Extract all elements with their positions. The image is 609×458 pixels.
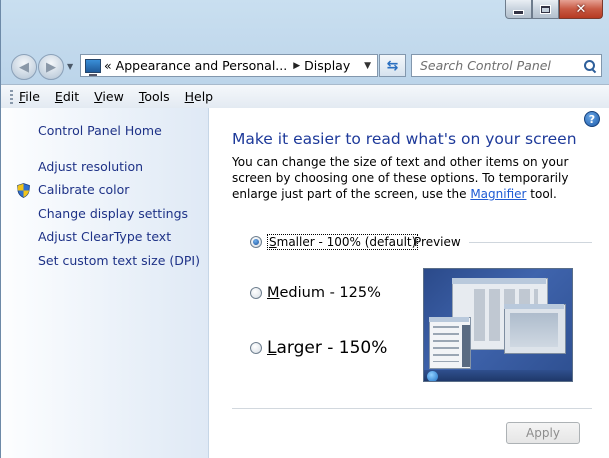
- preview-scrollbar: [462, 325, 470, 367]
- radio-smaller-indicator[interactable]: [250, 236, 262, 248]
- preview-taskbar: [424, 370, 572, 381]
- sidebar-link-change-display-settings[interactable]: Change display settings: [38, 206, 188, 221]
- menu-view[interactable]: View: [94, 89, 124, 104]
- preview-window-left-titlebar: [429, 317, 469, 322]
- search-input[interactable]: [418, 57, 582, 74]
- radio-medium[interactable]: Medium - 125%: [250, 285, 381, 301]
- search-icon[interactable]: [584, 60, 595, 71]
- help-icon[interactable]: ?: [584, 111, 600, 127]
- radio-larger-indicator[interactable]: [250, 342, 262, 354]
- sidebar-link-adjust-resolution[interactable]: Adjust resolution: [38, 159, 143, 174]
- close-icon: ✕: [575, 1, 587, 17]
- address-bar[interactable]: « Appearance and Personal... ▶ Display ▼: [80, 54, 378, 77]
- back-button[interactable]: ◀: [11, 54, 37, 80]
- magnifier-link[interactable]: Magnifier: [470, 187, 526, 201]
- toolbar-grip: [10, 89, 13, 104]
- menu-help[interactable]: Help: [185, 89, 214, 104]
- breadcrumb-appearance[interactable]: Appearance and Personal...: [116, 58, 288, 73]
- page-title: Make it easier to read what's on your sc…: [232, 130, 577, 148]
- control-panel-icon: [85, 58, 101, 76]
- apply-button[interactable]: Apply: [506, 422, 580, 444]
- refresh-button[interactable]: ⇆: [379, 54, 406, 77]
- forward-arrow-icon: ▶: [46, 59, 56, 75]
- preview-label: Preview: [414, 235, 461, 249]
- menu-edit[interactable]: Edit: [55, 89, 79, 104]
- refresh-icon: ⇆: [386, 57, 399, 74]
- radio-smaller[interactable]: Smaller - 100% (default): [250, 234, 419, 250]
- breadcrumb-separator-icon[interactable]: ▶: [293, 61, 300, 71]
- window-controls: ✕: [505, 0, 603, 20]
- control-panel-window: ✕ ◀ ▶ ▼ « Appearance and Personal... ▶ D…: [0, 0, 609, 458]
- radio-larger[interactable]: Larger - 150%: [250, 338, 387, 358]
- preview-start-orb: [427, 371, 438, 381]
- search-box[interactable]: [411, 54, 602, 77]
- address-dropdown-icon[interactable]: ▼: [364, 61, 371, 71]
- radio-medium-label: Medium - 125%: [267, 285, 381, 301]
- preview-window-back-titlebar: [452, 278, 546, 284]
- uac-shield-icon: [17, 183, 30, 198]
- menu-bar: File Edit View Tools Help: [1, 84, 609, 109]
- minimize-button[interactable]: [505, 0, 532, 19]
- radio-medium-indicator[interactable]: [250, 287, 262, 299]
- minimize-icon: [514, 10, 523, 14]
- close-button[interactable]: ✕: [559, 0, 603, 19]
- content-pane: ? Make it easier to read what's on your …: [209, 108, 609, 458]
- breadcrumb-display[interactable]: Display: [304, 58, 350, 73]
- maximize-icon: [541, 5, 550, 13]
- sidebar-link-control-panel-home[interactable]: Control Panel Home: [38, 123, 162, 138]
- sidebar-link-adjust-cleartype[interactable]: Adjust ClearType text: [38, 229, 171, 244]
- menu-file[interactable]: File: [19, 89, 40, 104]
- radio-larger-label: Larger - 150%: [267, 338, 388, 358]
- content-divider: [232, 408, 592, 409]
- page-description: You can change the size of text and othe…: [232, 155, 569, 201]
- maximize-button[interactable]: [532, 0, 559, 19]
- sidebar-link-calibrate-color[interactable]: Calibrate color: [38, 182, 129, 197]
- recent-pages-button[interactable]: ▼: [67, 62, 73, 71]
- breadcrumb-overflow[interactable]: «: [104, 58, 112, 73]
- menu-tools[interactable]: Tools: [139, 89, 170, 104]
- preview-text-lines: [433, 326, 459, 362]
- radio-smaller-label: Smaller - 100% (default): [267, 234, 419, 250]
- preview-picture: [510, 313, 558, 347]
- sidebar-link-custom-text-size[interactable]: Set custom text size (DPI): [38, 253, 200, 268]
- preview-window-right-titlebar: [504, 304, 564, 309]
- back-arrow-icon: ◀: [19, 59, 29, 75]
- navigation-pane: Control Panel Home Adjust resolution Cal…: [1, 108, 209, 458]
- forward-button[interactable]: ▶: [38, 54, 64, 80]
- preview-divider: [469, 242, 592, 243]
- preview-image: [423, 268, 573, 382]
- chevron-down-icon: ▼: [67, 62, 74, 71]
